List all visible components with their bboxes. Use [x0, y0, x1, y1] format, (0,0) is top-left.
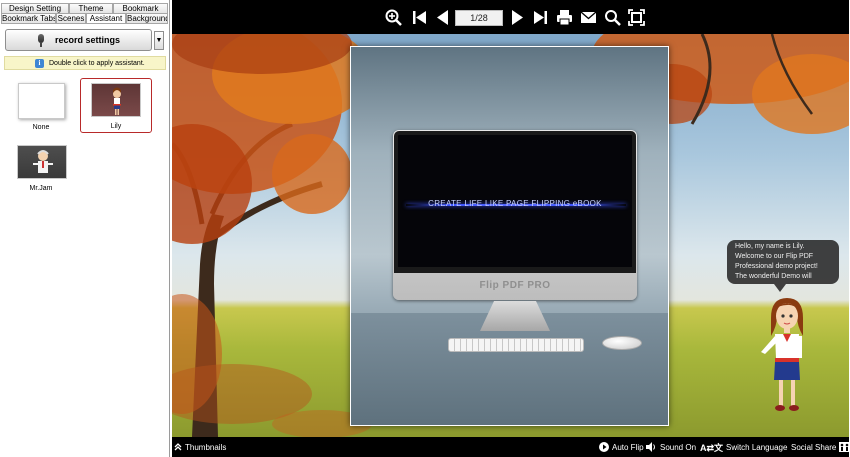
switch-language-button[interactable]: A⇄文 Switch Language [700, 440, 787, 454]
record-dropdown-button[interactable]: ▼ [154, 31, 164, 50]
switch-language-label: Switch Language [726, 442, 788, 452]
lily-assistant-character[interactable] [757, 296, 817, 416]
mr-jam-figure-icon [33, 150, 53, 173]
settings-panel: Design Setting Theme Bookmark Bookmark T… [0, 0, 170, 457]
last-page-icon[interactable] [532, 9, 549, 26]
mic-icon [37, 33, 45, 47]
assistant-thumb-mr-jam [17, 145, 67, 179]
tab-bookmark[interactable]: Bookmark [113, 3, 168, 13]
tab-scenes[interactable]: Scenes [56, 13, 86, 23]
page-number-input[interactable]: 1/28 [455, 10, 503, 26]
social-share-button[interactable]: Social Share [791, 440, 849, 454]
thumbnails-button[interactable]: Thumbnails [174, 440, 226, 454]
zoom-in-icon[interactable] [385, 9, 402, 26]
next-page-icon[interactable] [509, 9, 526, 26]
tab-background[interactable]: Background [126, 13, 168, 23]
assistant-thumb-none [18, 83, 65, 119]
email-icon[interactable] [580, 9, 597, 26]
sound-label: Sound On [660, 442, 697, 452]
lily-figure-icon [113, 87, 121, 115]
hint-text: Double click to apply assistant. [49, 59, 145, 67]
thumbnails-icon [174, 443, 182, 451]
search-icon[interactable] [604, 9, 621, 26]
print-icon[interactable] [556, 9, 573, 26]
record-settings-label: record settings [54, 35, 121, 45]
monitor-logo: Flip PDF PRO [479, 280, 551, 291]
tab-theme[interactable]: Theme [69, 3, 113, 13]
book-scene: CREATE LIFE LIKE PAGE FLIPPING eBOOK Fli… [172, 34, 849, 437]
assistant-name: Mr.Jam [29, 185, 53, 192]
assistant-name: Lily [110, 123, 122, 130]
assistant-thumb-lily [91, 83, 141, 117]
share-icon [839, 442, 849, 452]
thumbnails-label: Thumbnails [185, 442, 227, 452]
mouse-image [602, 336, 642, 350]
first-page-icon[interactable] [411, 9, 428, 26]
flip-pdf-app: Design Setting Theme Bookmark Bookmark T… [0, 0, 850, 457]
prev-page-icon[interactable] [434, 9, 451, 26]
viewer-toolbar: 1/28 [172, 0, 849, 34]
auto-flip-label: Auto Flip [612, 442, 644, 452]
tab-design-setting[interactable]: Design Setting [1, 3, 69, 13]
monitor-screen: CREATE LIFE LIKE PAGE FLIPPING eBOOK [394, 131, 636, 273]
assistant-name: None [32, 124, 50, 131]
language-icon: A⇄文 [700, 442, 724, 453]
flipbook-viewer: 1/28 CREATE LIFE LIKE PAGE FLIPPING eBOO… [172, 0, 849, 457]
speech-bubble-tail [774, 284, 786, 292]
tab-bookmark-tabs[interactable]: Bookmark Tabs [1, 13, 56, 23]
auto-flip-button[interactable]: Auto Flip [599, 440, 644, 454]
info-icon: i [35, 58, 44, 68]
hint-bar: i Double click to apply assistant. [4, 56, 166, 70]
assistant-item-none[interactable]: None [12, 80, 70, 134]
tab-row-2: Bookmark Tabs Scenes Assistant Backgroun… [1, 13, 168, 24]
record-settings-button[interactable]: record settings [5, 29, 152, 51]
assistant-item-lily[interactable]: Lily [80, 78, 152, 133]
fullscreen-icon[interactable] [628, 9, 645, 26]
sound-icon [646, 442, 655, 452]
tab-row-1: Design Setting Theme Bookmark [1, 3, 168, 13]
assistant-speech-bubble: Hello, my name is Lily. Welcome to our F… [727, 240, 839, 284]
play-icon [599, 442, 609, 452]
social-share-label: Social Share [791, 442, 837, 452]
screen-headline: CREATE LIFE LIKE PAGE FLIPPING eBOOK [428, 199, 602, 208]
viewer-bottom-bar: Thumbnails Auto Flip Sound On A⇄文 Switch… [172, 437, 849, 457]
sound-button[interactable]: Sound On [646, 440, 696, 454]
keyboard-image [448, 338, 584, 352]
assistant-item-mr-jam[interactable]: Mr.Jam [12, 140, 70, 194]
